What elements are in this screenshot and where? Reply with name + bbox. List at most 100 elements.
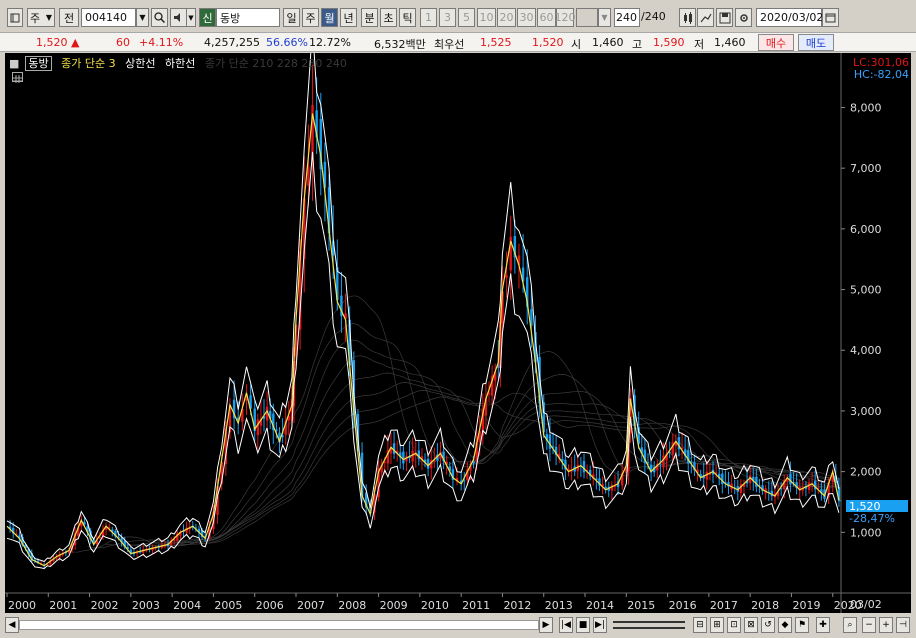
save-icon[interactable] <box>716 8 733 27</box>
long-ma-line <box>68 295 839 553</box>
minute-20-button[interactable]: 20 <box>497 8 516 27</box>
zoom-in-icon[interactable]: + <box>879 617 893 633</box>
reset-view-icon[interactable]: ↺ <box>761 617 775 633</box>
first-page-icon[interactable]: |◀ <box>559 617 573 633</box>
scroll-right-icon[interactable]: ▶ <box>539 617 553 633</box>
chart-window: 주 ▼ 전 004140 ▼ ▼ 신 동방 일 주 월 년 분 초 틱 1 3 5… <box>0 0 916 638</box>
minute-3-button[interactable]: 3 <box>439 8 456 27</box>
x-tick-label: 2001 <box>49 599 77 612</box>
x-tick-label: 2015 <box>627 599 655 612</box>
zoom-out-view-icon[interactable]: ⊟ <box>693 617 707 633</box>
stock-code-input[interactable]: 004140 <box>81 8 136 27</box>
chart-menu-icon[interactable] <box>7 8 23 27</box>
minute-120-button[interactable]: 120 <box>555 8 576 27</box>
hc-label: HC:-82,04 <box>853 68 909 81</box>
settings-icon[interactable] <box>735 8 752 27</box>
minute-dropdown-icon[interactable]: ▼ <box>598 8 611 27</box>
buy-button[interactable]: 매수 <box>758 34 794 51</box>
zoom-slider[interactable] <box>613 621 685 629</box>
zoom-range-icon[interactable]: ⊠ <box>744 617 758 633</box>
current-price: 1,520 <box>36 36 68 49</box>
scroll-track[interactable] <box>19 620 539 630</box>
period-month-button[interactable]: 월 <box>321 8 338 27</box>
interval-minute-button[interactable]: 분 <box>361 8 378 27</box>
minute-custom-field[interactable] <box>576 8 598 27</box>
x-tick-label: 2018 <box>751 599 779 612</box>
y-tick-label: 7,000 <box>850 162 882 175</box>
grid-toggle-icon[interactable] <box>12 72 23 83</box>
x-tick-label: 2007 <box>297 599 325 612</box>
x-tick-label: 2011 <box>462 599 490 612</box>
chart-scrollbar[interactable]: ◀ ▶ |◀ ■ ▶| ⊟ ⊞ ⊡ ⊠ ↺ ◆ ⚑ ✚ ⌕ − + ⊣ <box>5 617 911 633</box>
marker-icon[interactable]: ◆ <box>778 617 792 633</box>
calendar-icon[interactable] <box>822 8 839 27</box>
x-tick-label: 2019 <box>792 599 820 612</box>
period-select[interactable]: 주 ▼ <box>27 8 55 27</box>
sound-dropdown-icon[interactable]: ▼ <box>186 8 196 27</box>
period-week-button[interactable]: 주 <box>302 8 319 27</box>
minute-30-button[interactable]: 30 <box>517 8 536 27</box>
best-ask: 1,525 <box>480 36 512 49</box>
candle-body <box>256 419 260 436</box>
long-ma-line <box>106 339 839 546</box>
prev-button[interactable]: 전 <box>59 8 79 27</box>
cursor-icon[interactable]: ✚ <box>816 617 830 633</box>
zoom-out-icon[interactable]: − <box>862 617 876 633</box>
chevron-down-icon: ▼ <box>45 13 52 22</box>
legend-upper-band: 상한선 <box>125 57 156 70</box>
x-tick-label: 2000 <box>8 599 36 612</box>
chart-canvas: 1,000 2,000 3,000 4,000 5,000 6,000 7,000 8,000… <box>5 53 911 613</box>
date-input[interactable]: 2020/03/02 <box>756 8 823 27</box>
y-tick-label: 1,000 <box>850 526 882 539</box>
x-tick-label: 2017 <box>710 599 738 612</box>
stop-icon[interactable]: ■ <box>576 617 590 633</box>
turnover-ratio: 12.72% <box>309 36 351 49</box>
stock-code-dropdown-icon[interactable]: ▼ <box>136 8 149 27</box>
flag-icon[interactable]: ⚑ <box>795 617 809 633</box>
stock-name-field[interactable]: 동방 <box>216 8 280 27</box>
sound-icon[interactable] <box>170 8 187 27</box>
x-tick-label: 2008 <box>338 599 366 612</box>
candle-body <box>426 458 430 469</box>
high-label: 고 <box>632 38 643 51</box>
long-ma-line <box>180 390 839 545</box>
count-input[interactable]: 240 <box>614 8 640 27</box>
expand-icon[interactable]: ⊣ <box>896 617 910 633</box>
minute-60-button[interactable]: 60 <box>537 8 556 27</box>
candle-type-icon[interactable] <box>679 8 696 27</box>
search-icon[interactable] <box>151 8 168 27</box>
candle-body <box>582 461 586 473</box>
x-tick-label: 2005 <box>214 599 242 612</box>
x-tick-label: 2003 <box>132 599 160 612</box>
best-bid: 1,520 <box>532 36 564 49</box>
y-tick-label: 6,000 <box>850 223 882 236</box>
minute-5-button[interactable]: 5 <box>458 8 475 27</box>
x-tick-label: 2012 <box>503 599 531 612</box>
scroll-left-icon[interactable]: ◀ <box>5 617 19 633</box>
fit-view-icon[interactable]: ⊡ <box>727 617 741 633</box>
interval-second-button[interactable]: 초 <box>380 8 397 27</box>
price-change-pct: +4.11% <box>139 36 184 49</box>
minute-10-button[interactable]: 10 <box>477 8 496 27</box>
volume-ratio: 56.66% <box>266 36 308 49</box>
candle-body <box>748 475 752 484</box>
x-tick-label: 2004 <box>173 599 201 612</box>
last-page-icon[interactable]: ▶| <box>593 617 607 633</box>
y-tick-label: 5,000 <box>850 284 882 297</box>
price-chart[interactable]: 1,000 2,000 3,000 4,000 5,000 6,000 7,000 8,000… <box>5 53 911 613</box>
long-ma-line <box>161 382 840 547</box>
period-day-button[interactable]: 일 <box>283 8 300 27</box>
zoom-in-view-icon[interactable]: ⊞ <box>710 617 724 633</box>
interval-tick-button[interactable]: 틱 <box>399 8 416 27</box>
magnifier-icon[interactable]: ⌕ <box>843 617 857 633</box>
long-ma-line <box>87 323 839 549</box>
x-tick-label: 2014 <box>586 599 614 612</box>
minute-1-button[interactable]: 1 <box>420 8 437 27</box>
x-tick-label: 2002 <box>91 599 119 612</box>
trend-tool-icon[interactable] <box>697 8 714 27</box>
x-tick-label: 2013 <box>545 599 573 612</box>
sell-button[interactable]: 매도 <box>798 34 834 51</box>
period-year-button[interactable]: 년 <box>340 8 357 27</box>
ma3-line <box>6 113 840 567</box>
x-tick-label: 2009 <box>380 599 408 612</box>
